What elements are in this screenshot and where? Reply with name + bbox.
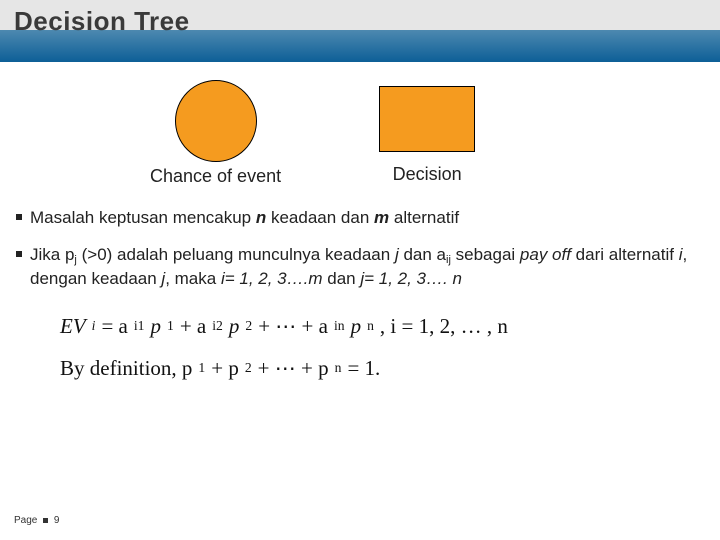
formula-block: EVi = ai1p1 + ai2p2 + ⋯ + ainpn , i = 1,…: [60, 305, 720, 389]
eq: = a: [101, 305, 127, 347]
formula-bydef: By definition, p1 + p2 + ⋯ + pn = 1.: [60, 347, 720, 389]
var-m: m: [374, 208, 389, 227]
title-bar: Decision Tree: [0, 0, 720, 62]
text: keadaan dan: [266, 208, 374, 227]
text: alternatif: [389, 208, 459, 227]
eq1: = 1.: [347, 347, 380, 389]
sub: 1: [198, 354, 205, 381]
dots: + ⋯ + p: [258, 347, 329, 389]
square-icon: [379, 86, 475, 152]
plus: + a: [180, 305, 206, 347]
sub: 1: [167, 312, 174, 339]
var-n: n: [256, 208, 266, 227]
payoff: pay off: [520, 245, 571, 264]
text: dan: [323, 269, 361, 288]
text: dari alternatif: [571, 245, 679, 264]
sub: n: [367, 312, 374, 339]
bullet-list: Masalah keptusan mencakup n keadaan dan …: [16, 207, 704, 291]
page-title: Decision Tree: [14, 6, 706, 37]
decision-label: Decision: [379, 164, 475, 185]
sub: in: [334, 312, 345, 339]
chance-label: Chance of event: [150, 166, 281, 187]
sub: i1: [134, 312, 145, 339]
page-number: 9: [54, 515, 60, 526]
text: , maka: [165, 269, 221, 288]
legend-row: Chance of event Decision: [150, 80, 720, 187]
list-item: Jika pj (>0) adalah peluang munculnya ke…: [16, 244, 704, 291]
plus: + p: [211, 347, 239, 389]
decision-block: Decision: [379, 80, 475, 185]
text: sebagai: [451, 245, 520, 264]
circle-icon: [175, 80, 257, 162]
sub: 2: [245, 312, 252, 339]
list-item: Masalah keptusan mencakup n keadaan dan …: [16, 207, 704, 230]
sub: 2: [245, 354, 252, 381]
lhs: EV: [60, 305, 86, 347]
bydef: By definition, p: [60, 347, 192, 389]
tail: , i = 1, 2, … , n: [380, 305, 508, 347]
text: dan a: [399, 245, 446, 264]
j-range: j= 1, 2, 3…. n: [360, 269, 462, 288]
page-label: Page: [14, 515, 37, 526]
footer: Page 9: [14, 515, 59, 526]
text: (>0) adalah peluang munculnya keadaan: [77, 245, 395, 264]
lhs-sub: i: [92, 312, 96, 339]
chance-block: Chance of event: [150, 80, 281, 187]
p: p: [351, 305, 362, 347]
sub: i2: [212, 312, 223, 339]
bullet-icon: [43, 518, 48, 523]
text: Jika p: [30, 245, 74, 264]
sub: n: [335, 354, 342, 381]
p: p: [151, 305, 162, 347]
text: Masalah keptusan mencakup: [30, 208, 256, 227]
dots: + ⋯ + a: [258, 305, 328, 347]
p: p: [229, 305, 240, 347]
formula-ev: EVi = ai1p1 + ai2p2 + ⋯ + ainpn , i = 1,…: [60, 305, 720, 347]
i-range: i= 1, 2, 3….m: [221, 269, 323, 288]
